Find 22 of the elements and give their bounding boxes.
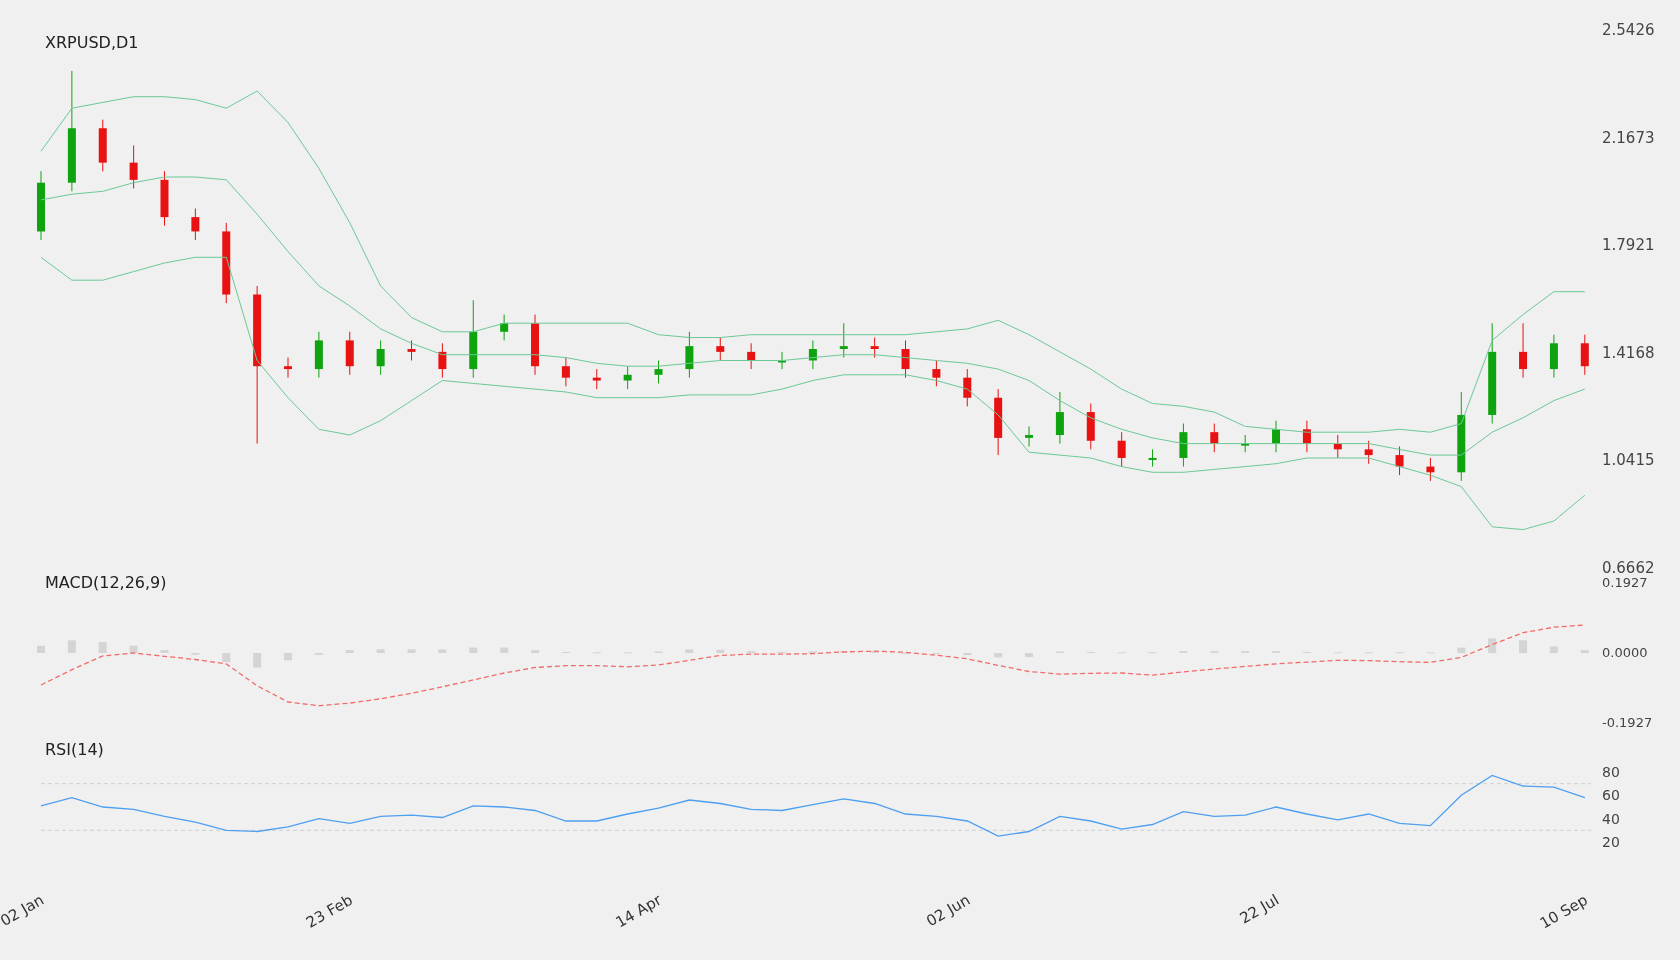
axis-label: 10 Sep <box>1536 890 1591 933</box>
axis-label: 22 Jul <box>1236 890 1283 928</box>
axis-label: 14 Apr <box>612 890 665 932</box>
axis-label: 60 <box>1602 787 1620 804</box>
chart-title: MACD(12,26,9) <box>45 573 167 592</box>
axis-label: 1.4168 <box>1602 343 1655 362</box>
axis-label: 02 Jun <box>923 890 974 931</box>
chart-title: XRPUSD,D1 <box>45 33 139 52</box>
axis-label: -0.1927 <box>1602 715 1653 730</box>
axis-label: 1.0415 <box>1602 451 1655 470</box>
axis-label: 40 <box>1602 810 1620 827</box>
axis-label: 2.1673 <box>1602 128 1655 147</box>
axis-label: 0.6662 <box>1602 559 1655 577</box>
axis-label: 0.1927 <box>1602 575 1648 590</box>
axis-label: 20 <box>1602 834 1620 850</box>
axis-label: 80 <box>1602 764 1620 780</box>
axis-label: 23 Feb <box>303 890 356 932</box>
axis-label: 02 Jan <box>0 890 47 930</box>
chart-title: RSI(14) <box>45 740 104 759</box>
axis-label: 1.7921 <box>1602 236 1655 255</box>
axis-label: 0.0000 <box>1602 645 1648 660</box>
axis-label: 2.5426 <box>1602 21 1655 39</box>
